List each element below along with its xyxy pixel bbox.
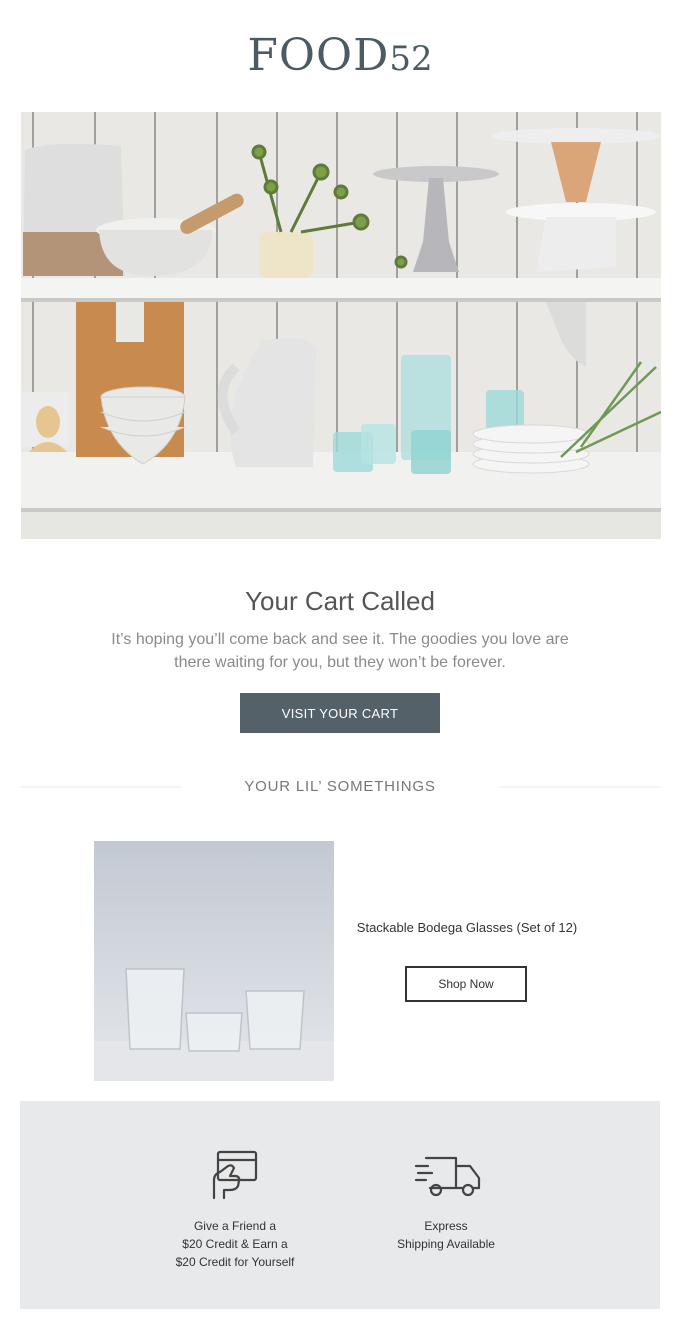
footer-features: [20, 1101, 660, 1309]
shipping-line1: Express: [424, 1219, 468, 1233]
gift-credit-line3: $20 Credit for Yourself: [175, 1255, 295, 1269]
section-title: YOUR LIL’ SOMETHINGS: [244, 778, 436, 795]
product-name[interactable]: Stackable Bodega Glasses (Set of 12): [352, 918, 582, 937]
subcopy: It’s hoping you’ll come back and see it.…: [111, 631, 569, 671]
gift-credit-line1: Give a Friend a: [193, 1219, 277, 1233]
gift-credit-text: Give a Friend a $20 Credit & Earn a $20 …: [155, 1217, 315, 1271]
visit-cart-button[interactable]: VISIT YOUR CART: [240, 693, 440, 733]
food52-logo[interactable]: FOOD52: [0, 30, 680, 81]
gift-credit-line2: $20 Credit & Earn a: [182, 1237, 288, 1251]
delivery-truck-icon: [414, 1156, 481, 1197]
shipping-line2: Shipping Available: [397, 1237, 495, 1251]
shipping-text: Express Shipping Available: [376, 1217, 516, 1253]
gift-card-icon: [212, 1150, 258, 1200]
shop-now-button[interactable]: Shop Now: [405, 966, 527, 1002]
headline: Your Cart Called: [245, 586, 435, 616]
logo-number: 52: [389, 39, 433, 79]
logo-word: FOOD: [247, 30, 390, 81]
product-image[interactable]: [94, 841, 334, 1081]
hero-image[interactable]: [21, 112, 661, 539]
